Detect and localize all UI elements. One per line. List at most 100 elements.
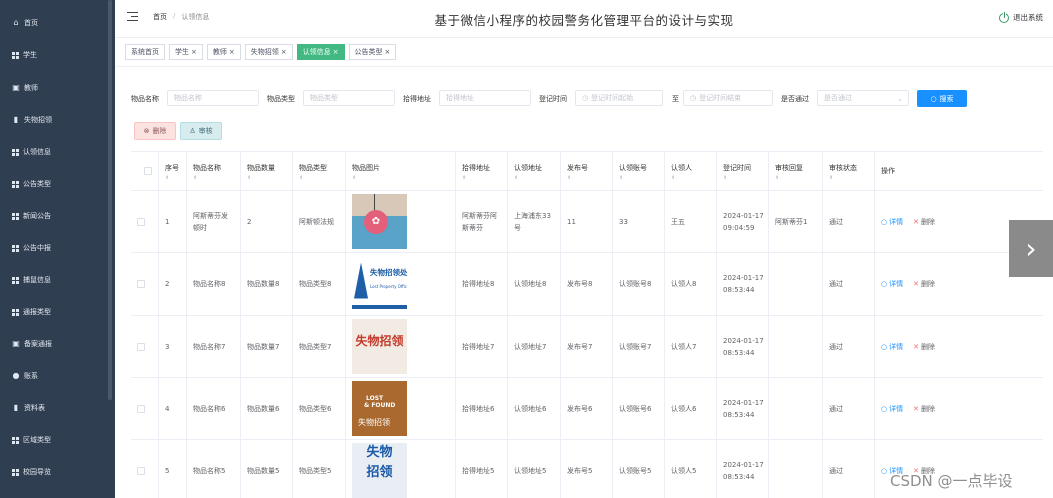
sidebar-item-home[interactable]: ⌂ 首页 xyxy=(0,7,108,39)
th-type[interactable]: 物品类型 ⬍ xyxy=(293,152,346,190)
item-image-lost-found-banner[interactable]: 失物 招领 xyxy=(352,443,407,498)
sidebar-item-notice-report[interactable]: 公告中报 xyxy=(0,232,108,264)
select-all-checkbox[interactable] xyxy=(143,167,152,175)
name-input[interactable]: 物品名称 xyxy=(167,90,259,106)
th-no[interactable]: 序号 ⬍ xyxy=(159,152,187,190)
th-claim-account[interactable]: 认领账号 ⬍ xyxy=(613,152,665,190)
sort-icon[interactable]: ⬍ xyxy=(567,175,571,181)
sidebar-item-news[interactable]: 新闻公告 xyxy=(0,200,108,232)
next-arrow-button[interactable]: › xyxy=(1009,220,1053,277)
sidebar-item-lost-found[interactable]: ▮ 失物招领 xyxy=(0,104,108,136)
logout-button[interactable]: 退出系统 xyxy=(999,10,1043,23)
sidebar-scrollbar[interactable] xyxy=(108,0,112,400)
page-title: 基于微信小程序的校园警务化管理平台的设计与实现 xyxy=(434,13,734,28)
search-icon: ○ xyxy=(881,404,888,413)
tab-lost-found[interactable]: 失物招领 × xyxy=(244,44,293,60)
th-register-time[interactable]: 登记时间 ⬍ xyxy=(717,152,769,190)
th-pickup-addr[interactable]: 拾得地址 ⬍ xyxy=(456,152,508,190)
sort-icon[interactable]: ⬍ xyxy=(193,175,197,181)
tab-teachers[interactable]: 教师 × xyxy=(206,44,241,60)
sort-icon[interactable]: ⬍ xyxy=(619,175,623,181)
th-claim-addr[interactable]: 认领地址 ⬍ xyxy=(508,152,561,190)
sort-icon[interactable]: ⬍ xyxy=(352,175,356,181)
close-icon: ✕ xyxy=(913,404,919,413)
tab-home[interactable]: 系统首页 xyxy=(125,44,165,60)
audit-button[interactable]: ♙ 审核 xyxy=(180,122,222,140)
batch-delete-button[interactable]: ⊗ 删除 xyxy=(134,122,176,140)
tab-students[interactable]: 学生 × xyxy=(169,44,203,60)
audit-label: 审核 xyxy=(198,127,213,135)
pickup-addr-input[interactable]: 拾得地址 xyxy=(439,90,531,106)
sidebar-item-data-table[interactable]: ▮ 资料表 xyxy=(0,392,108,424)
sort-icon[interactable]: ⬍ xyxy=(829,175,833,181)
close-icon[interactable]: × xyxy=(191,48,197,56)
close-icon[interactable]: × xyxy=(281,48,287,56)
item-image-lost-property-office[interactable]: 失物招领处 Lost Property Office xyxy=(352,256,407,312)
tab-claim-info[interactable]: 认领信息 × xyxy=(296,44,345,60)
sidebar-item-label: 资料表 xyxy=(24,404,45,412)
sidebar-item-label: 捕鼠信息 xyxy=(23,276,51,284)
row-checkbox[interactable] xyxy=(137,217,145,226)
row-checkbox[interactable] xyxy=(137,404,145,413)
tab-notice-type[interactable]: 公告类型 × xyxy=(348,44,397,60)
tab-label: 认领信息 xyxy=(302,48,331,56)
sidebar-item-area-type[interactable]: 区域类型 xyxy=(0,424,108,456)
close-icon[interactable]: × xyxy=(333,48,339,56)
type-input[interactable]: 物品类型 xyxy=(303,90,395,106)
image-caption: 失物招领处 xyxy=(370,267,407,277)
time-end-input[interactable]: ◷ 登记时间结束 xyxy=(683,90,773,106)
th-audit-reply[interactable]: 审核回复 ⬍ xyxy=(769,152,823,190)
delete-button[interactable]: ✕ 删除 xyxy=(913,341,935,353)
detail-button[interactable]: ○ 详情 xyxy=(881,278,903,290)
th-pub-no[interactable]: 发布号 ⬍ xyxy=(561,152,613,190)
th-label: 物品类型 xyxy=(299,163,327,172)
sidebar-item-notice-type[interactable]: 公告类型 xyxy=(0,168,108,200)
search-button[interactable]: ○ 搜索 xyxy=(917,90,967,107)
sort-icon[interactable]: ⬍ xyxy=(462,175,466,181)
sort-icon[interactable]: ⬍ xyxy=(299,175,303,181)
delete-button[interactable]: ✕ 删除 xyxy=(913,216,935,228)
cell-type: 物品类型6 xyxy=(293,378,346,439)
item-image-lost-and-found-board[interactable]: LOST & FOUND 失物招领 xyxy=(352,381,407,436)
cell-claim-addr: 上海浦东33号 xyxy=(508,191,561,252)
sidebar-item-teachers[interactable]: ▣ 教师 xyxy=(0,72,108,104)
row-checkbox[interactable] xyxy=(137,342,145,351)
detail-button[interactable]: ○ 详情 xyxy=(881,216,903,228)
cell-pickup-addr: 拾得地址5 xyxy=(456,440,508,498)
grid-icon xyxy=(12,308,19,316)
sidebar-item-students[interactable]: 学生 xyxy=(0,39,108,71)
sidebar-item-claim-info[interactable]: 认领信息 xyxy=(0,136,108,168)
item-image-keychain[interactable]: ✿ xyxy=(352,194,407,249)
detail-button[interactable]: ○ 详情 xyxy=(881,403,903,415)
sidebar-item-filing-report[interactable]: ▣ 备案通报 xyxy=(0,328,108,360)
sort-icon[interactable]: ⬍ xyxy=(775,175,779,181)
sidebar-item-account[interactable]: ● 账系 xyxy=(0,360,108,392)
sidebar-item-campus-guide[interactable]: 校园导览 xyxy=(0,456,108,488)
table-row: 4 物品名称6 物品数量6 物品类型6 LOST & FOUND 失物招领 拾得… xyxy=(131,378,1043,440)
row-checkbox[interactable] xyxy=(137,280,145,288)
th-qty[interactable]: 物品数量 ⬍ xyxy=(241,152,293,190)
sort-icon[interactable]: ⬍ xyxy=(165,175,169,181)
close-icon[interactable]: × xyxy=(229,48,235,56)
sidebar-item-capture-info[interactable]: 捕鼠信息 xyxy=(0,264,108,296)
delete-button[interactable]: ✕ 删除 xyxy=(913,278,935,290)
sort-icon[interactable]: ⬍ xyxy=(247,175,251,181)
close-icon[interactable]: × xyxy=(385,48,391,56)
cell-claim-account: 认领账号7 xyxy=(613,316,665,377)
cell-claimant: 认领人6 xyxy=(665,378,717,439)
sort-icon[interactable]: ⬍ xyxy=(671,175,675,181)
pass-select[interactable]: 是否通过 ⌄ xyxy=(817,90,909,106)
th-name[interactable]: 物品名称 ⬍ xyxy=(187,152,241,190)
sidebar-item-report-type[interactable]: 通报类型 xyxy=(0,296,108,328)
th-audit-status[interactable]: 审核状态 ⬍ xyxy=(823,152,875,190)
delete-button[interactable]: ✕ 删除 xyxy=(913,403,935,415)
item-image-lost-found-sign[interactable]: 失物招领 xyxy=(352,319,407,374)
th-image[interactable]: 物品图片 ⬍ xyxy=(346,152,456,190)
detail-button[interactable]: ○ 详情 xyxy=(881,341,903,353)
sort-icon[interactable]: ⬍ xyxy=(723,175,727,181)
cell-name: 物品名称6 xyxy=(187,378,241,439)
row-checkbox[interactable] xyxy=(137,466,145,475)
sort-icon[interactable]: ⬍ xyxy=(514,175,518,181)
th-claimant[interactable]: 认领人 ⬍ xyxy=(665,152,717,190)
time-start-input[interactable]: ◷ 登记时间起始 xyxy=(575,90,663,106)
